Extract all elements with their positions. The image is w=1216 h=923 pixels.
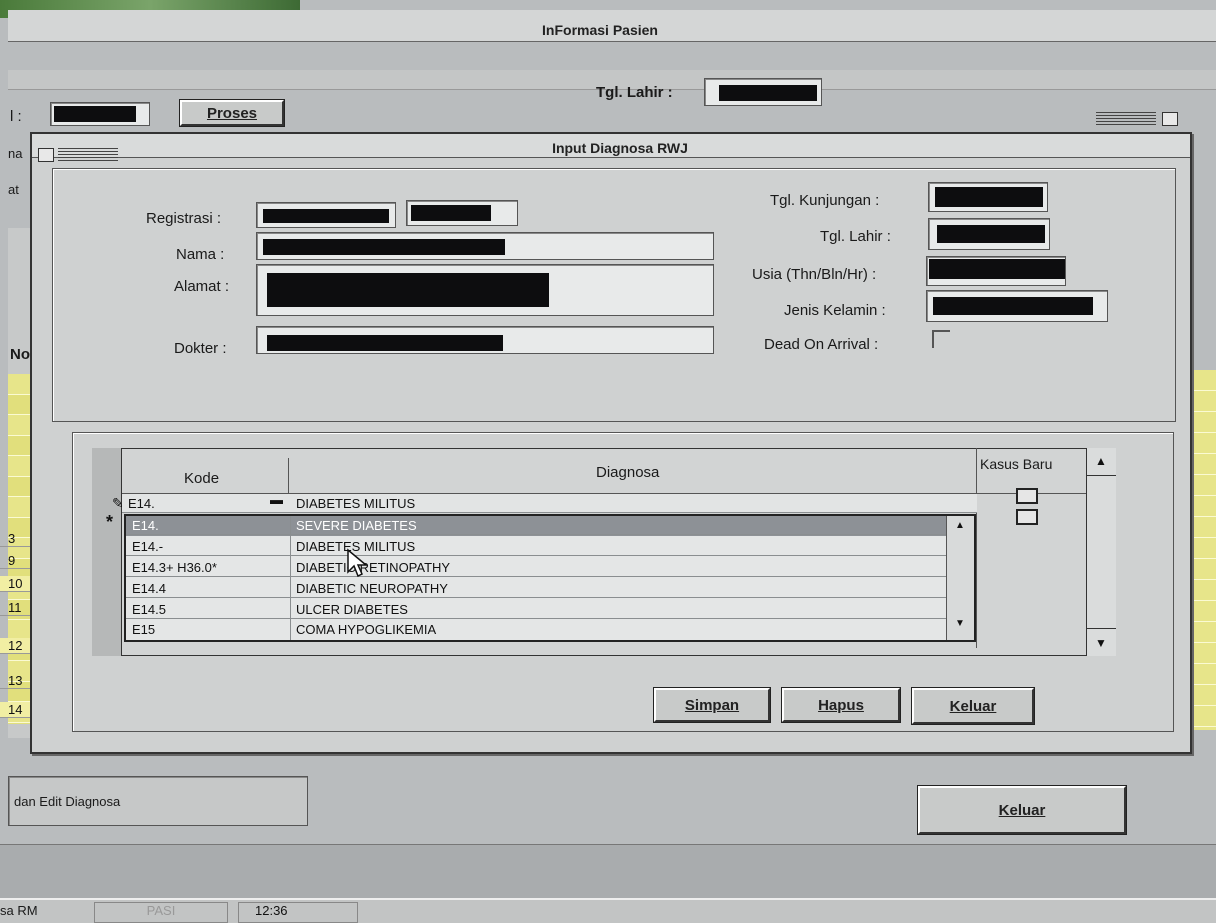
taskbar xyxy=(0,844,1216,904)
simpan-button-label: Simpan xyxy=(684,696,740,714)
outer-left-label-2: na xyxy=(8,146,23,161)
hapus-button[interactable]: Hapus xyxy=(782,688,900,722)
alamat-label: Alamat : xyxy=(174,278,230,295)
scroll-down-icon[interactable]: ▼ xyxy=(1086,628,1116,656)
registrasi-label: Registrasi : xyxy=(146,210,222,227)
keluar-button-label: Keluar xyxy=(949,697,997,715)
keluar-button[interactable]: Keluar xyxy=(912,688,1034,724)
dropdown-item-kode: E14. xyxy=(132,518,159,533)
redacted-block xyxy=(267,273,549,307)
grid-row-selector-column xyxy=(92,448,122,656)
tgl-kunjungan-field[interactable] xyxy=(928,182,1048,212)
outer-titlebar-lines xyxy=(1096,112,1156,126)
redacted-block xyxy=(933,297,1093,315)
registrasi-field[interactable] xyxy=(256,202,396,228)
kode-header: Kode xyxy=(184,470,220,487)
grid-col-divider xyxy=(976,448,977,648)
outer-keluar-button[interactable]: Keluar xyxy=(918,786,1126,834)
dropdown-item[interactable]: E14.- DIABETES MILITUS xyxy=(126,537,946,556)
kasus-baru-checkbox[interactable] xyxy=(1016,509,1038,525)
redacted-block xyxy=(54,106,136,122)
outer-window-title: InFormasi Pasien xyxy=(542,22,658,38)
kasus-baru-checkbox[interactable] xyxy=(1016,488,1038,504)
new-row-marker: * xyxy=(106,512,114,532)
taskbar-clock: 12:36 xyxy=(238,902,358,923)
simpan-button[interactable]: Simpan xyxy=(654,688,770,722)
dropdown-item[interactable]: E14.3+ H36.0* DIABETIC RETINOPATHY xyxy=(126,558,946,577)
dead-on-arrival-checkbox[interactable] xyxy=(932,330,950,348)
dropdown-item-diagnosa: COMA HYPOGLIKEMIA xyxy=(296,622,437,637)
mouse-cursor-icon xyxy=(347,548,369,578)
maximize-icon[interactable] xyxy=(1162,112,1178,126)
redacted-block xyxy=(267,335,503,351)
dropdown-item-kode: E14.- xyxy=(132,539,164,554)
taskbar-pasien-text: PASI xyxy=(146,903,176,918)
system-menu-icon[interactable] xyxy=(38,148,54,162)
dropdown-item-diagnosa: ULCER DIABETES xyxy=(296,602,408,617)
dokter-label: Dokter : xyxy=(174,340,227,357)
dropdown-arrow-icon[interactable]: ▬ xyxy=(270,492,283,507)
tgl-lahir-label: Tgl. Lahir : xyxy=(820,228,891,245)
tgl-kunjungan-label: Tgl. Kunjungan : xyxy=(770,192,880,209)
jenis-kelamin-label: Jenis Kelamin : xyxy=(784,302,886,319)
nama-field[interactable] xyxy=(256,232,714,260)
dropdown-item[interactable]: E14.5 ULCER DIABETES xyxy=(126,600,946,619)
usia-field[interactable] xyxy=(926,256,1066,286)
proses-button-label: Proses xyxy=(206,104,258,122)
usia-label: Usia (Thn/Bln/Hr) : xyxy=(752,266,877,283)
redacted-block xyxy=(719,85,817,101)
dokter-field[interactable] xyxy=(256,326,714,354)
current-row-kode[interactable]: E14. xyxy=(128,496,155,511)
proses-button[interactable]: Proses xyxy=(180,100,284,126)
outer-left-label-3: at xyxy=(8,182,19,197)
dialog-titlebar-lines xyxy=(58,148,118,162)
dropdown-item[interactable]: E14.4 DIABETIC NEUROPATHY xyxy=(126,579,946,598)
dropdown-item-diagnosa: SEVERE DIABETES xyxy=(296,518,417,533)
grid-current-row[interactable]: E14. ▬ DIABETES MILITUS xyxy=(122,492,977,513)
dropdown-item-kode: E14.3+ H36.0* xyxy=(132,560,217,575)
alamat-field[interactable] xyxy=(256,264,714,316)
grid-col-divider xyxy=(288,458,289,498)
dropdown-scroll-up-icon[interactable]: ▲ xyxy=(946,516,974,536)
current-row-diagnosa: DIABETES MILITUS xyxy=(296,496,416,511)
dropdown-item-diagnosa: DIABETIC NEUROPATHY xyxy=(296,581,448,596)
dead-on-arrival-label: Dead On Arrival : xyxy=(764,336,879,353)
dropdown-item[interactable]: E14. SEVERE DIABETES xyxy=(126,516,946,535)
outer-left-label-1: l : xyxy=(10,108,22,125)
redacted-block xyxy=(935,187,1043,207)
dropdown-item[interactable]: E15 COMA HYPOGLIKEMIA xyxy=(126,620,946,639)
nama-label: Nama : xyxy=(176,246,225,263)
taskbar-label: sa RM xyxy=(0,903,38,918)
outer-status-text: dan Edit Diagnosa xyxy=(14,794,121,809)
dropdown-item-kode: E14.5 xyxy=(132,602,166,617)
kasus-baru-header: Kasus Baru xyxy=(980,456,1053,472)
jenis-kelamin-field[interactable] xyxy=(926,290,1108,322)
diagnosa-header: Diagnosa xyxy=(596,464,660,481)
redacted-block xyxy=(411,205,491,221)
dropdown-item-diagnosa: DIABETIC RETINOPATHY xyxy=(296,560,451,575)
taskbar-pasien-tab[interactable]: PASI xyxy=(94,902,228,923)
registrasi-field-2[interactable] xyxy=(406,200,518,226)
outer-tgl-lahir-field[interactable] xyxy=(704,78,822,106)
grid-scrollbar[interactable] xyxy=(1086,448,1116,656)
scroll-up-icon[interactable]: ▲ xyxy=(1086,448,1116,476)
dropdown-col-divider xyxy=(290,516,291,640)
redacted-block xyxy=(929,259,1065,279)
outer-id-field[interactable] xyxy=(50,102,150,126)
outer-no-header: No xyxy=(10,346,30,363)
tgl-lahir-field[interactable] xyxy=(928,218,1050,250)
dialog-title: Input Diagnosa RWJ xyxy=(552,140,688,156)
redacted-block xyxy=(263,209,389,223)
outer-tgl-lahir-label: Tgl. Lahir : xyxy=(596,84,673,101)
redacted-block xyxy=(937,225,1045,243)
outer-keluar-label: Keluar xyxy=(998,801,1046,819)
hapus-button-label: Hapus xyxy=(818,696,864,714)
dropdown-item-kode: E14.4 xyxy=(132,581,166,596)
dropdown-scroll-down-icon[interactable]: ▼ xyxy=(946,614,974,634)
dropdown-item-kode: E15 xyxy=(132,622,156,637)
redacted-block xyxy=(263,239,505,255)
taskbar-clock-text: 12:36 xyxy=(255,903,288,918)
